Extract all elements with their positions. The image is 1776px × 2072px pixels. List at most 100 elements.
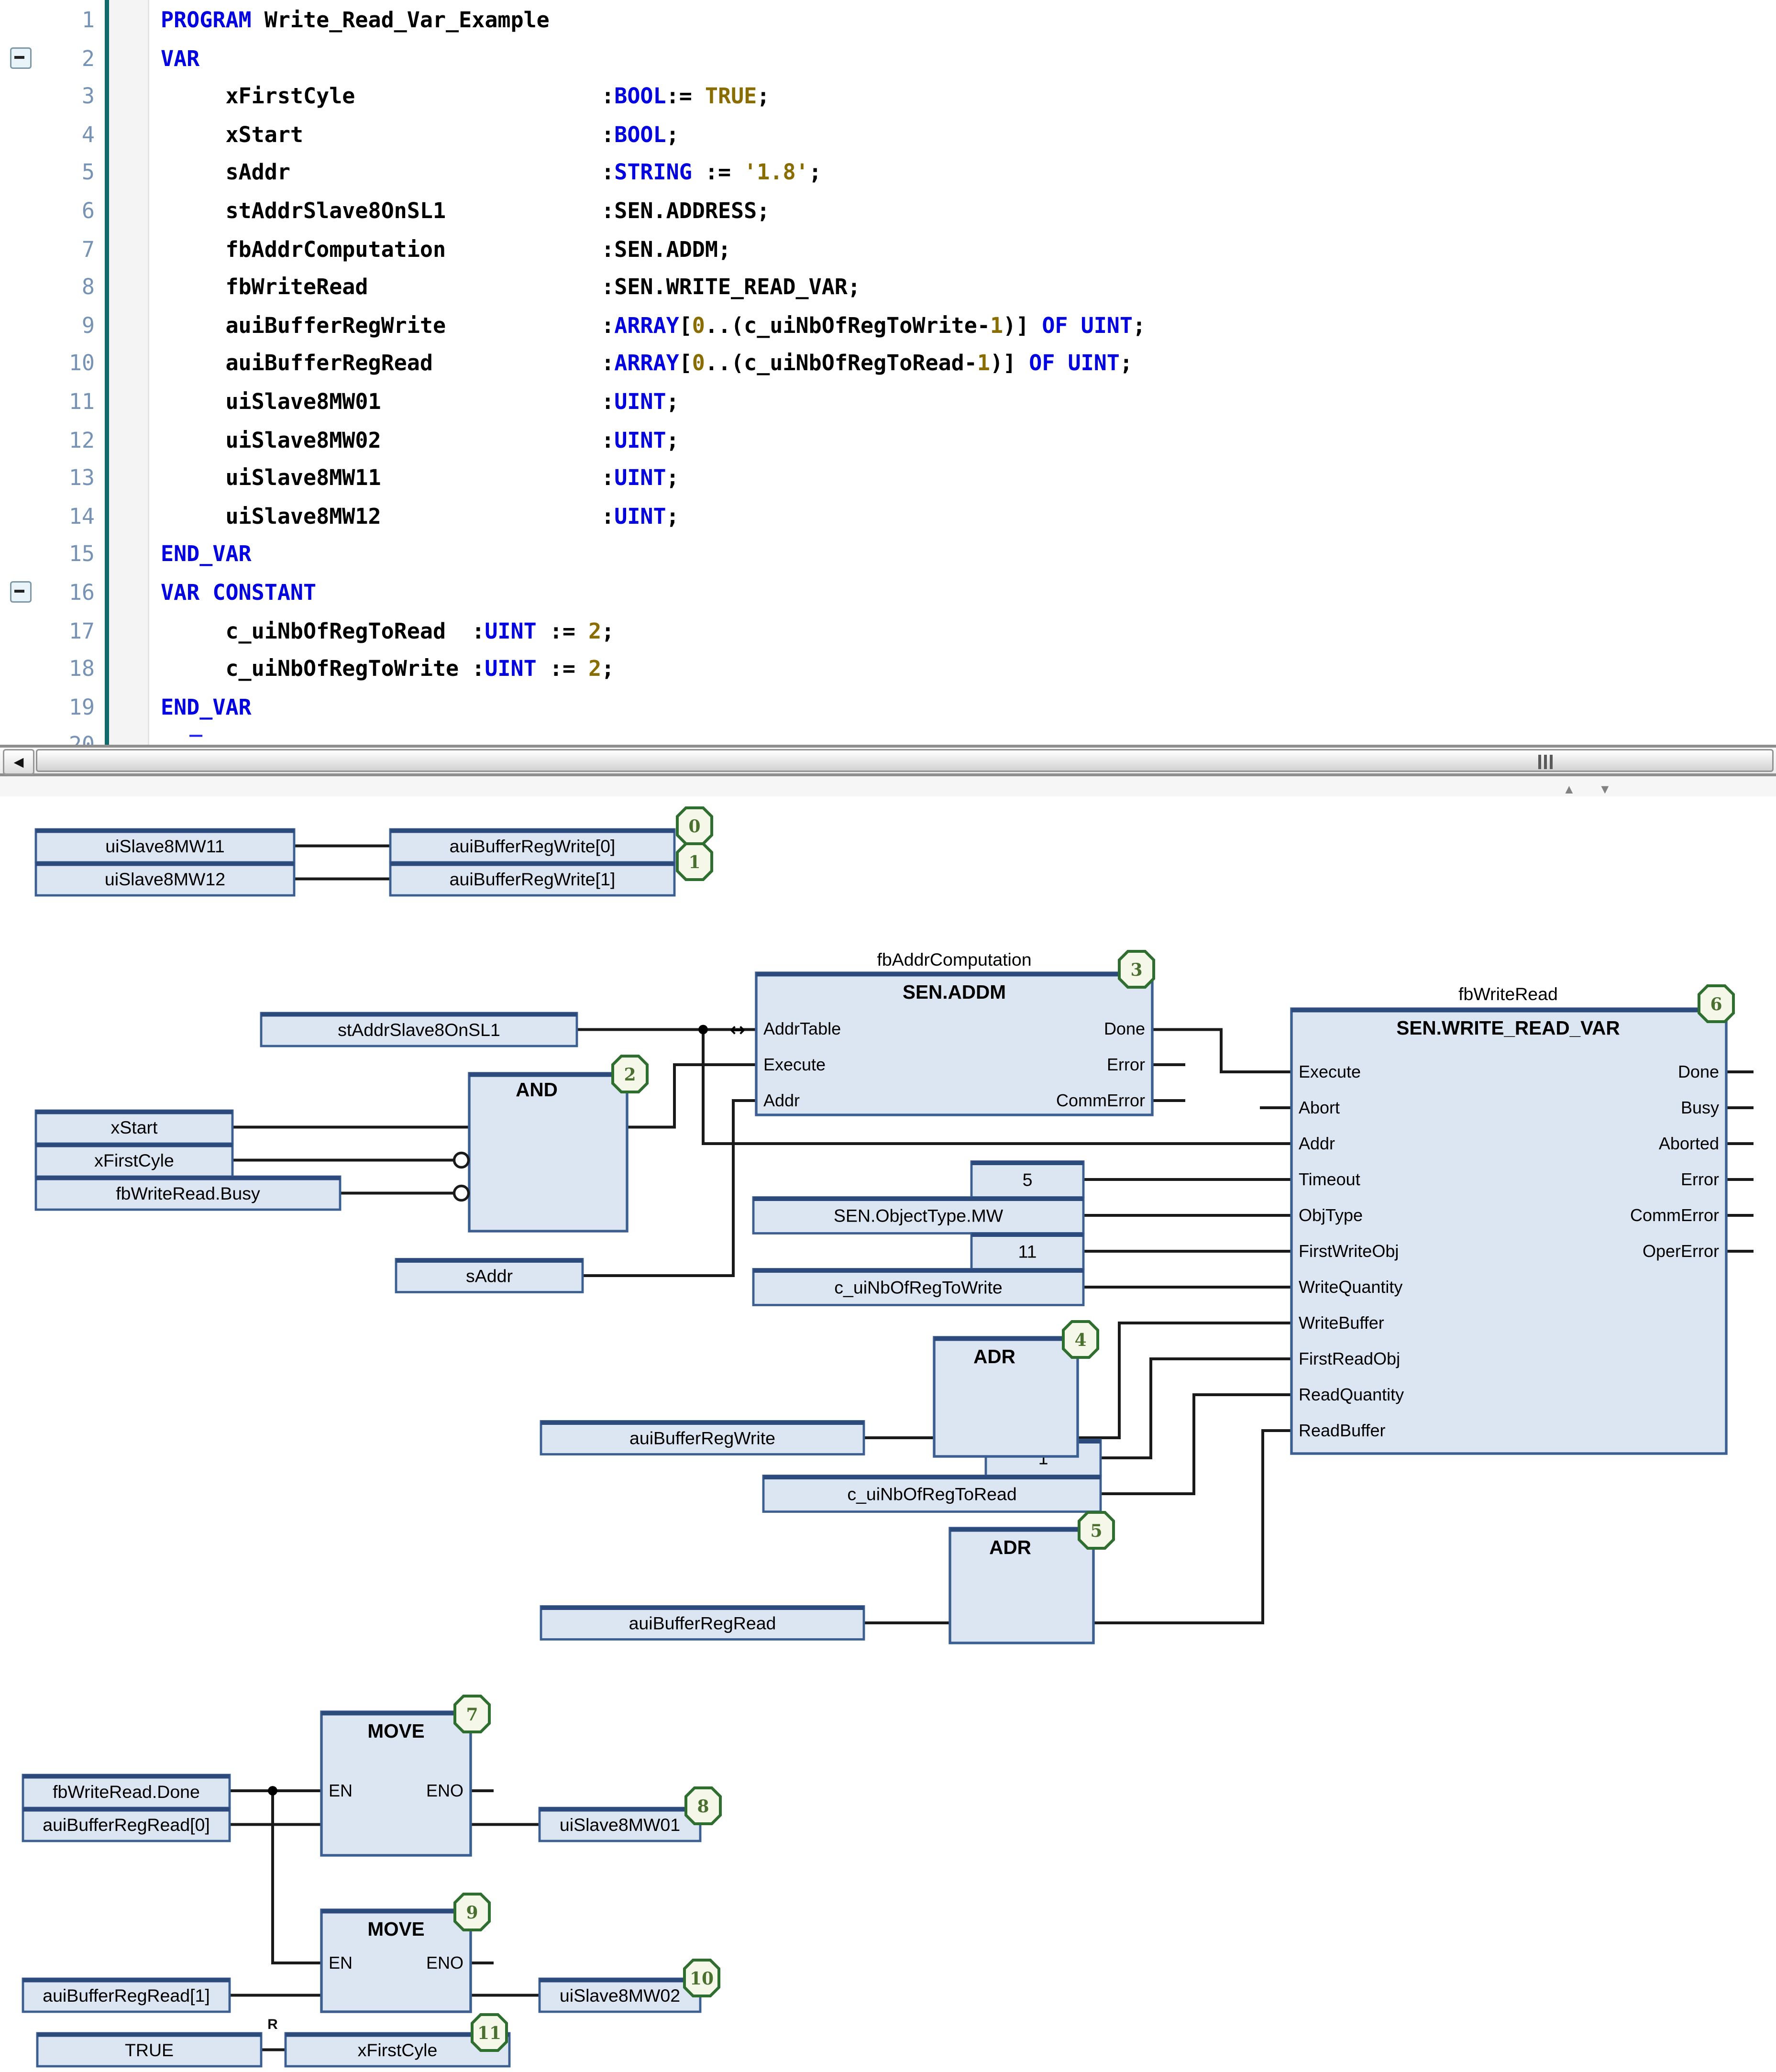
st-code-editor[interactable]: 1PROGRAM Write_Read_Var_Example2VAR3 xFi… <box>0 0 1776 745</box>
negation-circle-icon <box>454 1153 469 1168</box>
input-pin-label: WriteBuffer <box>1299 1313 1384 1333</box>
var-box-label: uiSlave8MW12 <box>105 869 225 889</box>
line-number: 4 <box>0 121 95 147</box>
scroll-left-icon: ◀ <box>14 755 24 769</box>
scrollbar-thumb[interactable] <box>36 749 1774 772</box>
var-box-label: uiSlave8MW01 <box>560 1815 680 1835</box>
code-line: uiSlave8MW02 :UINT; <box>161 427 679 453</box>
code-line: uiSlave8MW12 :UINT; <box>161 503 679 529</box>
var-box[interactable]: uiSlave8MW12 <box>36 862 294 895</box>
output-pin-label: Busy <box>1681 1098 1719 1117</box>
input-pin-label: Execute <box>763 1055 826 1074</box>
var-box-label: auiBufferRegRead <box>629 1613 776 1633</box>
execution-order-badge: 3 <box>1119 951 1154 987</box>
code-line: END_VAR <box>161 694 252 720</box>
output-pin-label: CommError <box>1630 1205 1719 1225</box>
execution-order-number: 4 <box>1074 1330 1086 1350</box>
fold-collapse-icon[interactable] <box>10 581 32 603</box>
splitter-up-icon[interactable]: ▲ <box>1563 783 1576 796</box>
var-box[interactable]: auiBufferRegWrite[1] <box>390 862 674 895</box>
var-box[interactable]: auiBufferRegWrite[0] <box>390 829 674 862</box>
var-box-label: SEN.ObjectType.MW <box>834 1206 1004 1226</box>
var-box[interactable]: auiBufferRegRead[0] <box>23 1808 230 1841</box>
block-title: AND <box>516 1079 558 1101</box>
var-box[interactable]: xStart <box>36 1111 232 1144</box>
var-box[interactable]: SEN.ObjectType.MW <box>753 1198 1083 1234</box>
var-box[interactable]: c_uiNbOfRegToWrite <box>753 1269 1083 1305</box>
input-pin-label: Execute <box>1299 1062 1361 1081</box>
var-box[interactable]: uiSlave8MW01 <box>540 1808 700 1841</box>
var-box-label: c_uiNbOfRegToWrite <box>834 1278 1003 1298</box>
gutter-divider <box>105 0 109 745</box>
var-box[interactable]: auiBufferRegRead[1] <box>23 1979 230 2012</box>
text-caret: _ <box>189 712 202 738</box>
line-number: 7 <box>0 236 95 262</box>
output-pin-label: ENO <box>426 1781 463 1800</box>
var-box[interactable]: auiBufferRegWrite <box>541 1422 864 1455</box>
wire <box>273 1791 321 1963</box>
fbd-network-canvas[interactable]: uiSlave8MW11 uiSlave8MW12 auiBufferRegWrit… <box>0 798 1776 2072</box>
execution-order-number: 9 <box>466 1903 478 1923</box>
input-pin-label: Timeout <box>1299 1169 1360 1189</box>
code-line: stAddrSlave8OnSL1 :SEN.ADDRESS; <box>161 198 770 224</box>
input-pin-label: ReadBuffer <box>1299 1421 1385 1440</box>
splitter-down-icon[interactable]: ▼ <box>1599 783 1611 796</box>
line-number: 3 <box>0 84 95 110</box>
var-box[interactable]: uiSlave8MW02 <box>540 1979 700 2012</box>
wire-junction-dot <box>268 1786 277 1796</box>
line-number: 13 <box>0 465 95 491</box>
block-title: SEN.ADDM <box>903 981 1006 1003</box>
execution-order-badge: 4 <box>1063 1322 1098 1357</box>
execution-order-badge: 8 <box>686 1788 720 1824</box>
var-box[interactable]: sAddr <box>396 1259 583 1292</box>
var-box[interactable]: 5 <box>971 1162 1083 1198</box>
line-number: 8 <box>0 275 95 300</box>
var-box-label: xFirstCyle <box>94 1150 174 1170</box>
codesys-window: 1PROGRAM Write_Read_Var_Example2VAR3 xFi… <box>0 0 1776 2072</box>
input-pin-label: ReadQuantity <box>1299 1385 1404 1404</box>
fb-block-adr[interactable]: ADR <box>950 1528 1093 1643</box>
execution-order-badge: 0 <box>677 808 712 844</box>
var-box[interactable]: c_uiNbOfRegToRead <box>763 1476 1101 1512</box>
var-box[interactable]: fbWriteRead.Done <box>23 1775 230 1808</box>
output-pin-label: OperError <box>1643 1241 1719 1261</box>
panel-splitter[interactable] <box>0 776 1776 796</box>
output-pin-label: CommError <box>1056 1091 1145 1110</box>
execution-order-number: 2 <box>624 1065 636 1085</box>
var-box[interactable]: 11 <box>971 1234 1083 1269</box>
horizontal-scrollbar[interactable]: ◀ <box>0 745 1776 776</box>
fb-block-move[interactable]: MOVEENENO <box>321 1910 471 2012</box>
fb-block-move[interactable]: MOVEENENO <box>321 1712 471 1855</box>
line-number: 15 <box>0 541 95 567</box>
var-box-label: fbWriteRead.Busy <box>116 1183 260 1203</box>
execution-order-number: 7 <box>466 1705 478 1725</box>
fold-collapse-icon[interactable] <box>10 47 32 68</box>
var-box-label: xStart <box>111 1117 158 1137</box>
execution-order-badge: 7 <box>455 1696 489 1732</box>
code-line: c_uiNbOfRegToRead :UINT := 2; <box>161 618 614 644</box>
fb-block-adr[interactable]: ADR <box>934 1337 1078 1456</box>
block-title: MOVE <box>367 1918 424 1940</box>
wire <box>1078 1323 1291 1438</box>
var-box-label: uiSlave8MW02 <box>560 1985 680 2006</box>
var-box-label: auiBufferRegRead[0] <box>43 1815 210 1835</box>
fb-block-and[interactable]: AND <box>469 1073 627 1231</box>
var-box[interactable]: fbWriteRead.Busy <box>36 1177 340 1210</box>
var-box[interactable]: uiSlave8MW11 <box>36 829 294 862</box>
var-box[interactable]: TRUE <box>37 2033 261 2066</box>
execution-order-number: 1 <box>688 852 700 872</box>
code-line: VAR CONSTANT <box>161 580 316 606</box>
fb-block-sen-addm[interactable]: SEN.ADDMAddrTableExecuteAddrDoneErrorCom… <box>756 973 1152 1115</box>
scroll-left-button[interactable]: ◀ <box>3 749 34 775</box>
line-number: 1 <box>0 7 95 33</box>
execution-order-badge: 5 <box>1079 1512 1114 1548</box>
input-pin-label: Addr <box>1299 1134 1335 1153</box>
var-box[interactable]: stAddrSlave8OnSL1 <box>261 1013 577 1046</box>
var-box[interactable]: xFirstCyle <box>36 1144 232 1177</box>
fb-block-sen-write-read-var[interactable]: SEN.WRITE_READ_VARExecuteAbortAddrTimeou… <box>1291 1009 1726 1454</box>
execution-order-badge: 1 <box>677 844 712 880</box>
code-line: fbAddrComputation :SEN.ADDM; <box>161 236 731 262</box>
var-box[interactable]: auiBufferRegRead <box>541 1607 864 1640</box>
line-number: 10 <box>0 351 95 376</box>
block-title: MOVE <box>367 1720 424 1742</box>
